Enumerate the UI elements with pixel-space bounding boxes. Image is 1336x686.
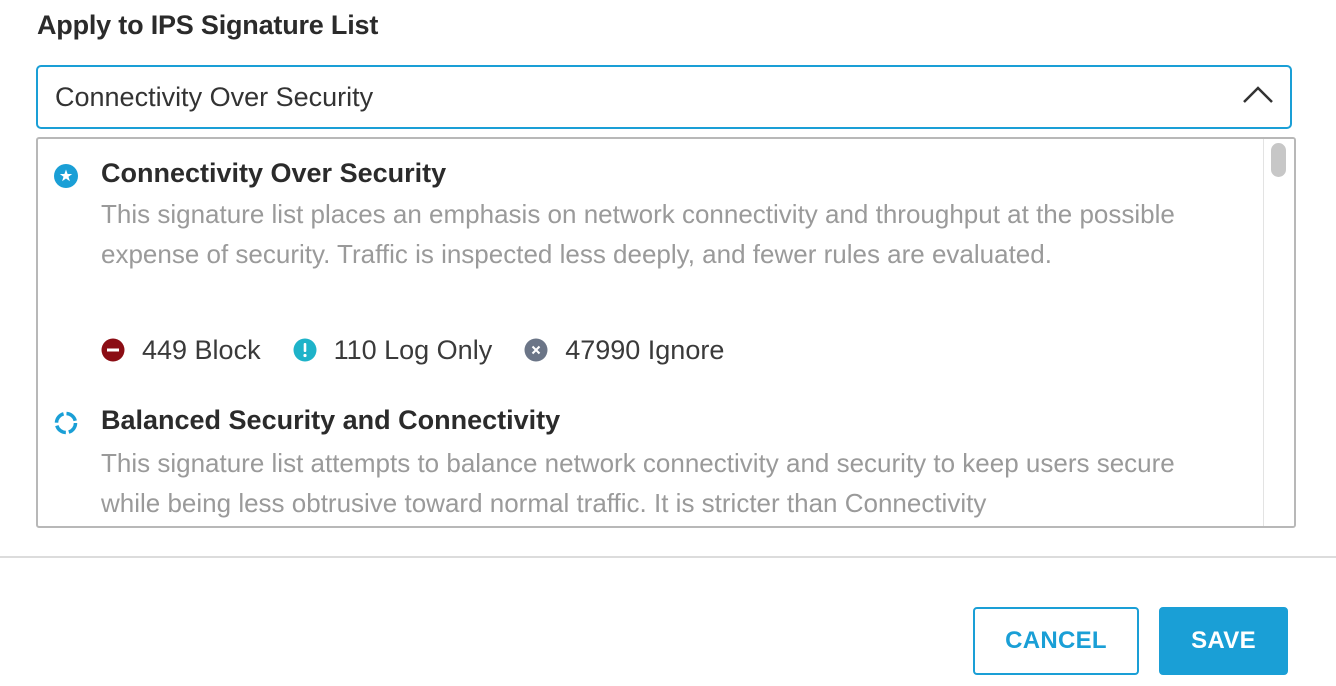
stat-log-only: 110 Log Only: [293, 334, 493, 366]
scrollbar[interactable]: [1263, 139, 1294, 526]
option-balanced-security-connectivity[interactable]: Balanced Security and Connectivity This …: [38, 389, 1258, 526]
field-label: Apply to IPS Signature List: [37, 10, 379, 40]
save-button[interactable]: SAVE: [1159, 607, 1288, 675]
option-connectivity-over-security[interactable]: Connectivity Over Security This signatur…: [38, 139, 1258, 389]
block-icon: [101, 338, 125, 362]
signature-stats: 449 Block 110 Log Only 47990 Ignore: [101, 334, 756, 366]
ignore-count: 47990 Ignore: [565, 334, 725, 365]
block-count: 449 Block: [142, 334, 261, 365]
log-only-count: 110 Log Only: [333, 334, 493, 365]
select-value: Connectivity Over Security: [55, 82, 374, 112]
radio-selected-icon[interactable]: [54, 164, 78, 188]
cancel-button[interactable]: CANCEL: [973, 607, 1139, 675]
radio-unselected-icon[interactable]: [54, 411, 78, 435]
option-title: Connectivity Over Security: [101, 158, 447, 188]
chevron-up-icon[interactable]: [1242, 83, 1274, 105]
scrollbar-thumb[interactable]: [1271, 143, 1286, 177]
alert-icon: [293, 338, 317, 362]
option-description: This signature list places an emphasis o…: [101, 199, 1175, 269]
option-description: This signature list attempts to balance …: [101, 448, 1175, 518]
ignore-icon: [524, 338, 548, 362]
option-title: Balanced Security and Connectivity: [101, 405, 561, 435]
dropdown-list: Connectivity Over Security This signatur…: [36, 137, 1296, 528]
signature-list-select[interactable]: Connectivity Over Security: [36, 65, 1292, 129]
stat-ignore: 47990 Ignore: [524, 335, 724, 366]
footer-divider: [0, 556, 1336, 558]
stat-block: 449 Block: [101, 335, 261, 366]
